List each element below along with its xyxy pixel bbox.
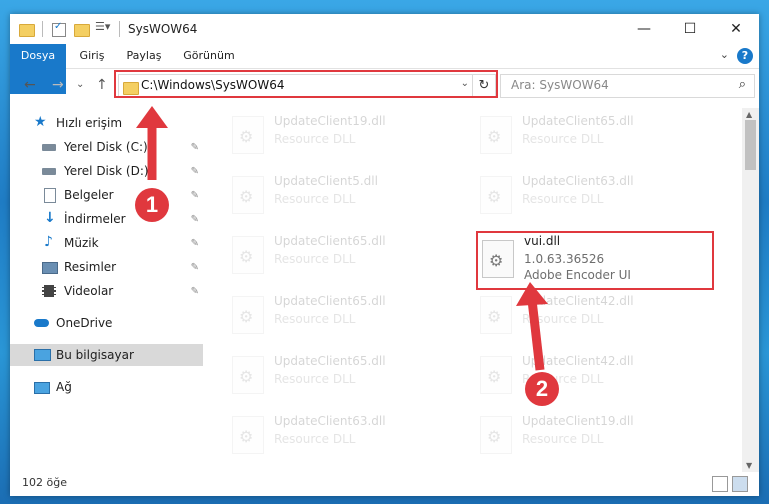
arrow-1-head <box>136 106 168 128</box>
arrow-2-head <box>516 282 548 306</box>
step-1-badge: 1 <box>135 188 169 222</box>
arrow-2-shaft <box>527 299 545 371</box>
annotation-arrows <box>136 106 548 371</box>
step-2-badge: 2 <box>525 372 559 406</box>
